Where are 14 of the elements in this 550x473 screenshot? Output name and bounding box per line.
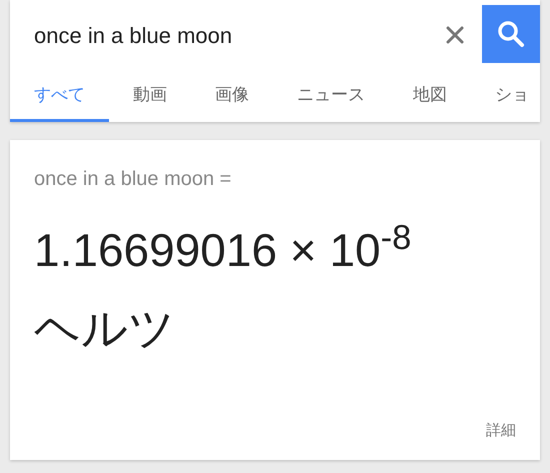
details-link[interactable]: 詳細	[486, 420, 516, 442]
clear-icon[interactable]	[446, 26, 464, 44]
search-tab[interactable]: ニュース	[273, 70, 389, 122]
search-tab[interactable]: 動画	[109, 70, 191, 122]
result-value: 1.16699016 × 10$^{-8}$	[34, 222, 412, 278]
query-text: once in a blue moon =	[34, 167, 232, 192]
search-tab[interactable]: 画像	[191, 70, 273, 122]
search-tab[interactable]: ショ	[471, 70, 540, 122]
search-tab[interactable]: 地図	[389, 70, 471, 122]
search-button[interactable]	[482, 5, 540, 63]
search-icon	[497, 20, 525, 48]
search-field[interactable]: once in a blue moon	[34, 18, 446, 52]
result-unit: ヘルツ	[34, 301, 176, 356]
search-tab[interactable]: すべて	[10, 70, 109, 122]
